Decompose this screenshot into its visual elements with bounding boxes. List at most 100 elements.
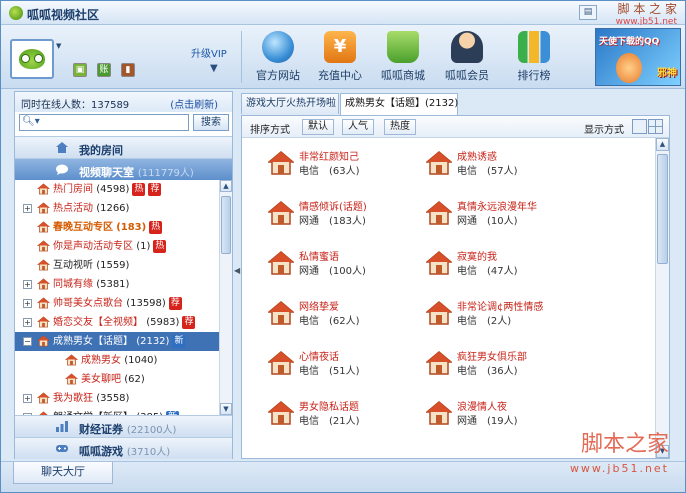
gamepad-icon xyxy=(56,445,68,452)
room-item[interactable]: 网络挚爱电信 (62人) xyxy=(266,296,428,332)
room-house-icon xyxy=(37,183,50,195)
games-section[interactable]: 呱呱游戏 (3710人) xyxy=(15,437,232,459)
official-site-button[interactable]: 官方网站 xyxy=(247,29,309,87)
room-name: 心情夜话 xyxy=(299,352,339,363)
room-status: 电信 (21人) xyxy=(299,416,360,427)
collapse-left-icon[interactable]: ◀ xyxy=(234,266,240,275)
tree-item[interactable]: 互动视听 (1559) xyxy=(15,256,219,275)
account-icon[interactable]: 账 xyxy=(97,63,111,77)
photo-icon[interactable]: ▣ xyxy=(73,63,87,77)
sort-heat-button[interactable]: 热度 xyxy=(384,119,416,135)
tree-item[interactable]: + 热点活动 (1266) xyxy=(15,199,219,218)
games-label: 呱呱游戏 xyxy=(79,445,123,458)
upgrade-dropdown-icon[interactable]: ▼ xyxy=(210,63,218,74)
skin-button[interactable]: ▤ xyxy=(579,5,597,20)
avatar-dropdown-icon[interactable]: ▼ xyxy=(56,42,61,50)
user-avatar[interactable] xyxy=(10,39,54,79)
room-name: 真情永远浪漫年华 xyxy=(457,202,537,213)
room-list-panel: 排序方式 默认 人气 热度 显示方式 非常红颜知己 电信 (63人) 成熟诱惑 电信 … xyxy=(241,115,670,459)
scroll-thumb[interactable] xyxy=(221,196,231,254)
watermark-bottom-url: www.jb51.net xyxy=(569,462,669,475)
room-item[interactable]: 成熟诱惑 电信 (57人) xyxy=(424,146,586,182)
scroll-thumb[interactable] xyxy=(657,154,668,264)
ad-banner[interactable]: 天使下载的QQ 邪神 xyxy=(595,28,681,86)
watermark-bottom: 脚本之家 www.jb51.net xyxy=(570,433,669,481)
tree-item[interactable]: − 成熟男女【话题】 (2132) 新 xyxy=(15,332,219,351)
ranking-button[interactable]: 排行榜 xyxy=(503,29,565,87)
scroll-down-icon[interactable]: ▼ xyxy=(220,403,232,415)
tree-item[interactable]: 热门房间 (4598) 热荐 xyxy=(15,180,219,199)
room-house-icon xyxy=(37,221,50,233)
tree-item[interactable]: + 帅哥美女点歌台 (13598) 荐 xyxy=(15,294,219,313)
tree-scrollbar[interactable]: ▲ ▼ xyxy=(219,180,232,415)
search-button[interactable]: 搜索 xyxy=(193,114,229,131)
tree-item[interactable]: + 我为歌狂 (3558) xyxy=(15,389,219,408)
room-house-icon xyxy=(37,240,50,252)
room-name: 网络挚爱 xyxy=(299,302,339,313)
room-item[interactable]: 男女隐私话题 电信 (21人) xyxy=(266,396,428,432)
yuan-icon: ¥ xyxy=(324,31,356,63)
tree-item-count: (5381) xyxy=(96,279,130,290)
tree-item[interactable]: + 婚恋交友【全视频】 (5983) 荐 xyxy=(15,313,219,332)
expand-icon[interactable]: + xyxy=(23,204,32,213)
member-label: 呱呱会员 xyxy=(445,69,489,82)
sort-popularity-button[interactable]: 人气 xyxy=(342,119,374,135)
expand-icon[interactable]: + xyxy=(23,299,32,308)
upgrade-vip-link[interactable]: 升级VIP xyxy=(191,45,227,60)
recharge-center-button[interactable]: ¥ 充值中心 xyxy=(309,29,371,87)
finance-label: 财经证券 xyxy=(79,423,123,436)
book-icon[interactable]: ▮ xyxy=(121,63,135,77)
room-house-icon xyxy=(266,400,296,426)
room-item[interactable]: 真情永远浪漫年华 网通 (10人) xyxy=(424,196,586,232)
member-button[interactable]: 呱呱会员 xyxy=(436,29,498,87)
room-item[interactable]: 私情蜜语 网通 (100人) xyxy=(266,246,428,282)
tree-item[interactable]: + 同城有缘 (5381) xyxy=(15,275,219,294)
room-item[interactable]: 非常红颜知己 电信 (63人) xyxy=(266,146,428,182)
room-status: 电信 (62人) xyxy=(299,316,360,327)
tree-item[interactable]: 春晚互动专区 (183) 热 xyxy=(15,218,219,237)
room-scrollbar[interactable]: ▲ ▼ xyxy=(655,138,669,458)
room-tree: 热门房间 (4598) 热荐 + 热点活动 (1266) 春晚互动专区 (183) 热你是… xyxy=(15,180,219,415)
room-name: 非常红颜知己 xyxy=(299,152,359,163)
room-item[interactable]: 情感倾诉(话题) 网通 (183人) xyxy=(266,196,428,232)
tree-item-label: 同城有缘 xyxy=(53,279,93,290)
search-input[interactable]: 🔍︎▾ xyxy=(19,114,189,131)
list-view-icon[interactable] xyxy=(632,119,647,134)
tree-item[interactable]: 美女聊吧 (62) xyxy=(15,370,219,389)
grid-view-icon[interactable] xyxy=(648,119,663,134)
room-item[interactable]: 疯狂男女俱乐部 电信 (36人) xyxy=(424,346,586,382)
watermark-bottom-text: 脚本之家 xyxy=(580,432,669,457)
collapse-icon[interactable]: − xyxy=(23,337,32,346)
refresh-link[interactable]: (点击刷新) xyxy=(170,96,218,111)
finance-section[interactable]: 财经证券 (22100人) xyxy=(15,415,232,437)
room-item[interactable]: 寂寞的我 电信 (47人) xyxy=(424,246,586,282)
chat-hall-tab[interactable]: 聊天大厅 xyxy=(13,462,113,484)
sort-default-button[interactable]: 默认 xyxy=(302,119,334,135)
expand-icon[interactable]: + xyxy=(23,280,32,289)
tree-item-count: (2132) xyxy=(136,336,170,347)
tree-item-label: 成熟男女【话题】 xyxy=(53,336,133,347)
scroll-up-icon[interactable]: ▲ xyxy=(656,138,669,151)
tree-item-count: (62) xyxy=(124,374,145,385)
search-row: 🔍︎▾ 搜索 xyxy=(19,114,229,132)
tree-item[interactable]: 你是声动活动专区 (1) 热 xyxy=(15,237,219,256)
expand-icon[interactable]: + xyxy=(23,318,32,327)
room-item[interactable]: 非常论调¢两性情感 电信 (2人) xyxy=(424,296,586,332)
tab-game-hall[interactable]: 游戏大厅火热开场啦 xyxy=(241,93,339,114)
expand-icon[interactable]: + xyxy=(23,394,32,403)
store-button[interactable]: 呱呱商城 xyxy=(372,29,434,87)
my-room-section[interactable]: 我的房间 xyxy=(15,136,232,158)
tree-item[interactable]: 成熟男女 (1040) xyxy=(15,351,219,370)
tab-mature-topic[interactable]: 成熟男女【话题】(2132) xyxy=(340,93,458,115)
main-toolbar: ▼ ▣ 账 ▮ 升级VIP ▼ 官方网站 ¥ 充值中心 呱呱商城 呱呱会员 排行… xyxy=(1,25,685,89)
room-item[interactable]: 心情夜话 电信 (51人) xyxy=(266,346,428,382)
room-item[interactable]: 浪漫情人夜 网通 (19人) xyxy=(424,396,586,432)
panel-splitter[interactable]: ◀ xyxy=(234,91,240,459)
video-chat-section[interactable]: 视频聊天室 (111779人) xyxy=(15,158,232,180)
tree-item[interactable]: +朗诵文学【新区】 (385)新 xyxy=(15,408,219,415)
room-name: 私情蜜语 xyxy=(299,252,339,263)
scroll-up-icon[interactable]: ▲ xyxy=(220,180,232,192)
search-icon[interactable]: 🔍︎▾ xyxy=(22,116,40,127)
tree-item-label: 互动视听 xyxy=(53,260,93,271)
room-status: 网通 (183人) xyxy=(299,216,366,227)
